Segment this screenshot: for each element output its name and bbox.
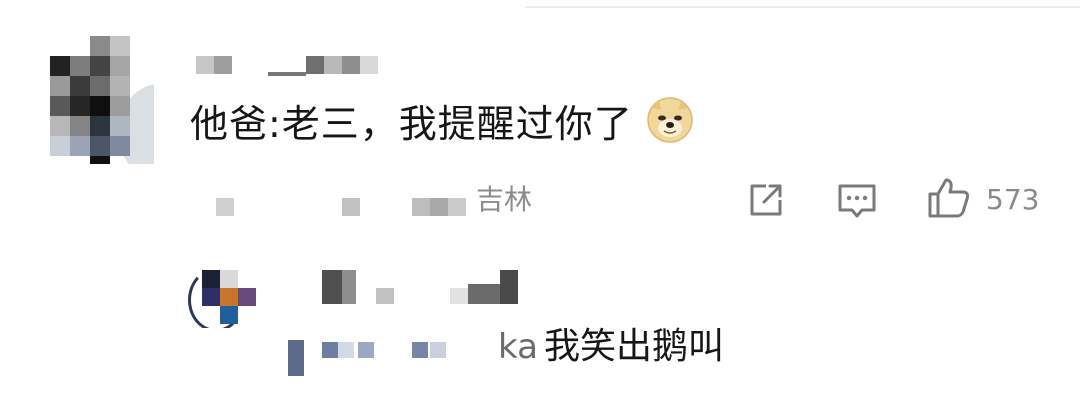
reply-avatar[interactable]	[188, 268, 270, 328]
comment-text: 他爸:老三，我提醒过你了	[190, 102, 633, 146]
commenter-avatar[interactable]	[50, 36, 154, 164]
thumbs-up-icon[interactable]	[926, 176, 972, 220]
like-count: 573	[986, 183, 1040, 216]
reply-text: ka 我笑出鹅叫	[498, 322, 724, 372]
doge-emoji-icon	[647, 97, 693, 143]
top-divider	[525, 6, 1080, 8]
reply-prefix: ka	[498, 327, 538, 367]
share-icon[interactable]	[746, 180, 786, 220]
comment-icon[interactable]	[836, 182, 878, 220]
reply-body: 我笑出鹅叫	[543, 326, 724, 367]
comment-location: 吉林	[476, 183, 533, 216]
